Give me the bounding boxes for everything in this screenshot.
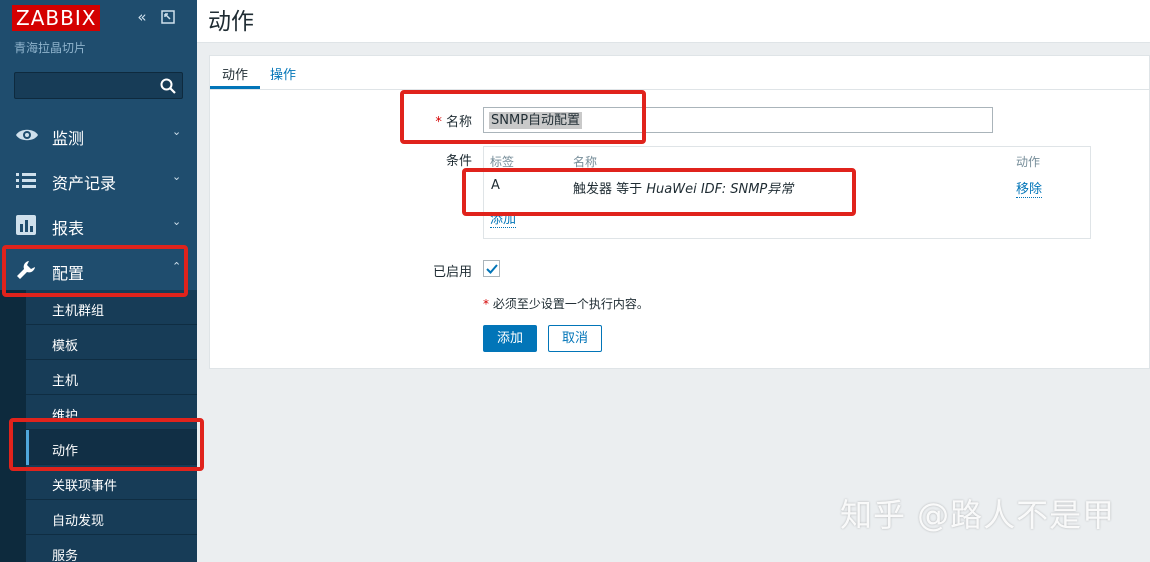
active-tab-indicator: [210, 86, 260, 89]
eye-icon: [15, 124, 38, 146]
highlight-name-field: [400, 90, 646, 144]
menu-item-inventory[interactable]: 资产记录 ⌄: [0, 157, 197, 202]
highlight-condition-row: [462, 168, 856, 216]
add-button[interactable]: 添加: [483, 325, 537, 352]
conditions-label: 条件: [445, 154, 472, 169]
chevron-down-icon: ⌄: [172, 170, 182, 183]
submenu-item-templates[interactable]: 模板: [26, 325, 197, 360]
menu-label: 监测: [52, 129, 85, 148]
submenu-item-discovery[interactable]: 自动发现: [26, 500, 197, 535]
chart-icon: [15, 214, 37, 236]
submenu-label: 自动发现: [52, 514, 105, 529]
tab-action[interactable]: 动作: [222, 64, 248, 83]
menu-label: 报表: [52, 219, 85, 238]
list-icon: [15, 169, 37, 191]
collapse-sidebar-icon[interactable]: «: [134, 9, 150, 25]
highlight-actions-submenu: [9, 418, 204, 471]
submenu-item-services[interactable]: 服务: [26, 535, 197, 562]
submenu-label: 模板: [52, 339, 79, 354]
cancel-button[interactable]: 取消: [548, 325, 602, 352]
chevron-down-icon: ⌄: [172, 215, 182, 228]
server-name: 青海拉晶切片: [14, 41, 87, 55]
enabled-checkbox[interactable]: [483, 260, 500, 277]
tab-operations[interactable]: 操作: [270, 64, 296, 83]
highlight-configuration-menu: [2, 245, 188, 297]
menu-item-monitoring[interactable]: 监测 ⌄: [0, 112, 197, 157]
submenu-item-hosts[interactable]: 主机: [26, 360, 197, 395]
watermark: 知乎 @路人不是甲: [840, 496, 1116, 534]
tab-bar: 动作 操作: [210, 56, 1150, 90]
page-title: 动作: [208, 9, 254, 35]
submenu-label: 主机: [52, 374, 79, 389]
remove-condition-link[interactable]: 移除: [1016, 178, 1043, 198]
page-header: [197, 0, 1150, 43]
submenu-label: 关联项事件: [52, 479, 118, 494]
kiosk-mode-icon[interactable]: [160, 9, 176, 25]
menu-label: 资产记录: [52, 174, 117, 193]
search-icon[interactable]: [160, 78, 176, 94]
sidebar-search-input[interactable]: [14, 72, 183, 99]
submenu-label: 服务: [52, 549, 79, 562]
chevron-down-icon: ⌄: [172, 125, 182, 138]
menu-item-reports[interactable]: 报表 ⌄: [0, 202, 197, 247]
required-operations-note: * 必须至少设置一个执行内容。: [483, 297, 649, 311]
header-action: 动作: [1016, 155, 1041, 169]
enabled-label: 已启用: [432, 265, 472, 280]
zabbix-logo[interactable]: ZABBIX: [12, 5, 101, 31]
submenu-label: 主机群组: [52, 304, 105, 319]
